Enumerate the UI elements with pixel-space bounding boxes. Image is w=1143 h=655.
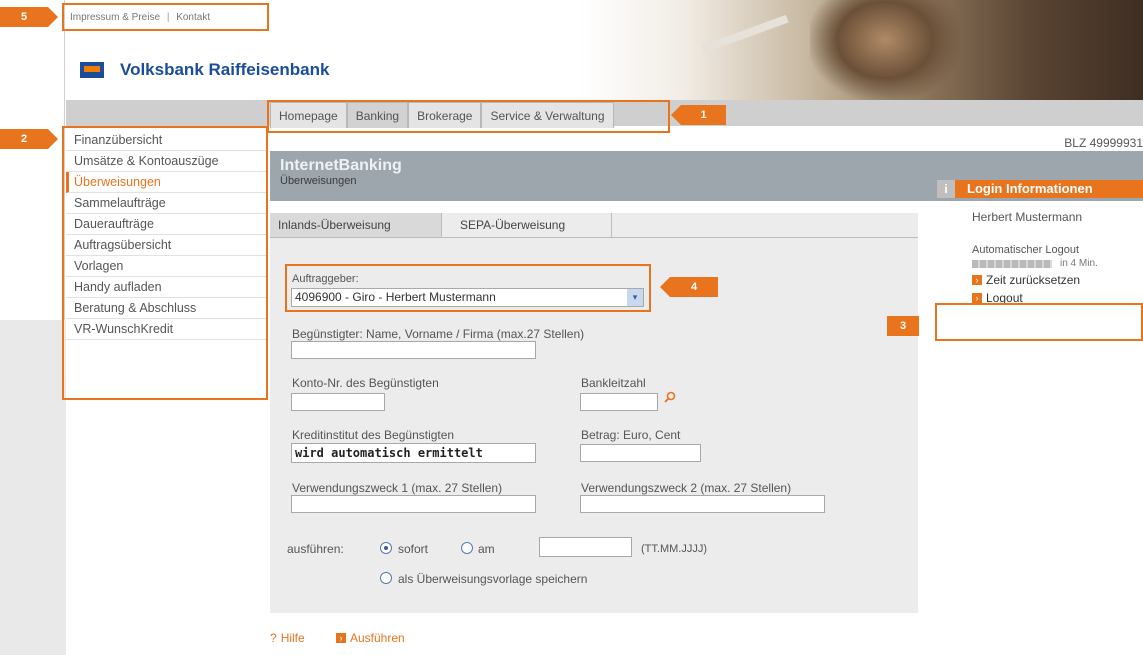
logout-progress-bar <box>972 259 1052 268</box>
konto-input[interactable] <box>291 393 385 411</box>
annotation-badge-2: 2 <box>0 129 58 149</box>
execute-label: Ausführen <box>350 631 405 645</box>
help-link[interactable]: ? Hilfe <box>270 631 305 645</box>
tab-inlands-ueberweisung[interactable]: Inlands-Überweisung <box>270 213 442 237</box>
radio-sofort[interactable] <box>380 542 392 554</box>
annotation-box-4 <box>285 264 651 312</box>
left-column-shade <box>0 320 66 655</box>
date-format-hint: (TT.MM.JJJJ) <box>641 543 707 555</box>
radio-vorlage[interactable] <box>380 572 392 584</box>
annotation-badge-3: 3 <box>887 316 919 336</box>
annotation-box-5 <box>62 3 269 31</box>
betrag-label: Betrag: Euro, Cent <box>581 428 681 442</box>
date-input[interactable] <box>539 537 632 557</box>
verwendungszweck-1-input[interactable] <box>291 495 536 513</box>
am-label: am <box>478 542 495 556</box>
logout-remaining: in 4 Min. <box>1060 258 1098 269</box>
arrow-right-icon: › <box>972 293 982 303</box>
reset-time-label: Zeit zurücksetzen <box>986 273 1081 287</box>
radio-am[interactable] <box>461 542 473 554</box>
ausfuehren-label: ausführen: <box>287 542 344 556</box>
sofort-label: sofort <box>398 542 429 556</box>
vr-bank-logo-icon <box>80 62 104 78</box>
beguenstigter-input[interactable] <box>291 341 536 359</box>
betrag-input[interactable] <box>580 444 701 462</box>
help-icon: ? <box>270 631 277 645</box>
kreditinstitut-field: wird automatisch ermittelt <box>291 443 536 463</box>
kreditinstitut-label: Kreditinstitut des Begünstigten <box>292 428 455 442</box>
annotation-box-3 <box>935 303 1143 341</box>
verwendungszweck-2-input[interactable] <box>580 495 825 513</box>
vorlage-label: als Überweisungsvorlage speichern <box>398 572 588 586</box>
reset-time-link[interactable]: › Zeit zurücksetzen <box>937 273 1143 287</box>
bank-logo[interactable]: Volksbank Raiffeisenbank <box>80 60 329 80</box>
logout-timer: in 4 Min. <box>937 258 1143 269</box>
info-icon: i <box>937 180 955 198</box>
auto-logout-label: Automatischer Logout <box>972 244 1080 256</box>
photo-person <box>810 0 960 100</box>
photo-detail <box>701 14 789 54</box>
header-photo <box>580 0 1143 100</box>
execute-button[interactable]: › Ausführen <box>336 631 405 645</box>
login-info-title: Login Informationen <box>967 181 1093 196</box>
login-info-panel: i Login Informationen Herbert Mustermann… <box>937 180 1143 305</box>
bankleitzahl-input[interactable] <box>580 393 658 411</box>
bankleitzahl-label: Bankleitzahl <box>581 376 646 390</box>
konto-label: Konto-Nr. des Begünstigten <box>292 376 439 390</box>
annotation-badge-1: 1 <box>671 105 726 125</box>
annotation-badge-5: 5 <box>0 7 58 27</box>
verwendungszweck-1-label: Verwendungszweck 1 (max. 27 Stellen) <box>292 481 503 495</box>
bank-name: Volksbank Raiffeisenbank <box>120 60 330 79</box>
arrow-right-icon: › <box>336 633 346 643</box>
login-info-heading: i Login Informationen <box>937 180 1143 198</box>
form-tabs: Inlands-Überweisung SEPA-Überweisung <box>270 213 612 237</box>
beguenstigter-label: Begünstigter: Name, Vorname / Firma (max… <box>292 327 585 341</box>
user-name: Herbert Mustermann <box>972 210 1083 224</box>
tab-sepa-ueberweisung[interactable]: SEPA-Überweisung <box>442 213 612 237</box>
blz-label: BLZ 49999931 <box>1064 136 1143 150</box>
search-icon[interactable] <box>664 391 676 403</box>
page-subtitle: Überweisungen <box>280 175 357 187</box>
help-label: Hilfe <box>280 631 305 645</box>
page-title: InternetBanking <box>280 157 402 174</box>
annotation-box-2 <box>62 126 268 400</box>
annotation-badge-4: 4 <box>660 277 718 297</box>
form-tab-divider <box>270 237 918 238</box>
annotation-box-1 <box>267 100 670 133</box>
verwendungszweck-2-label: Verwendungszweck 2 (max. 27 Stellen) <box>581 481 792 495</box>
arrow-right-icon: › <box>972 275 982 285</box>
